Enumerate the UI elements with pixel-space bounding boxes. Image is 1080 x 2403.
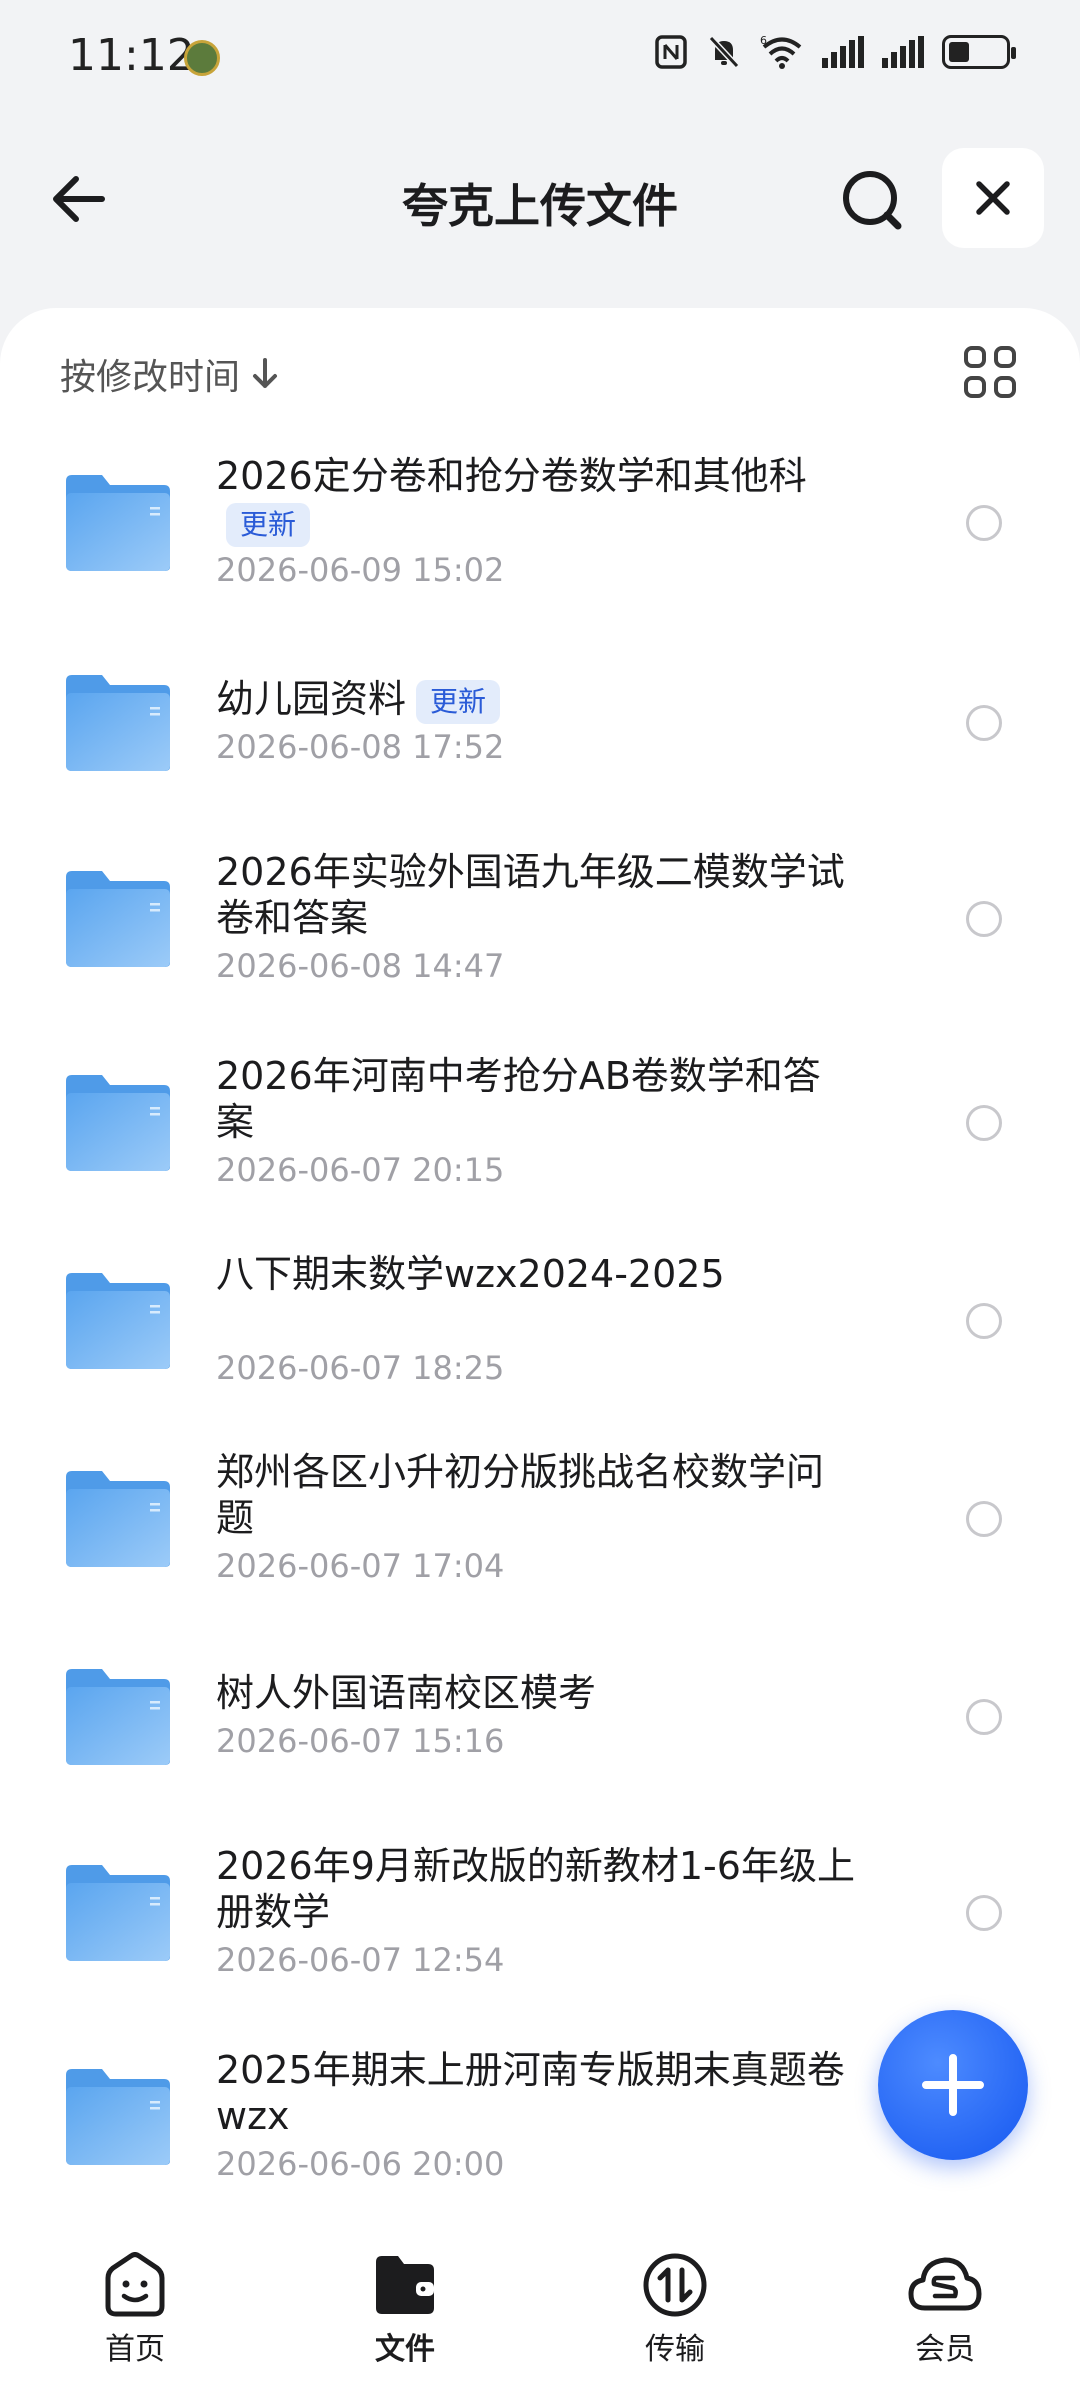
file-date: 2026-06-07 17:04 bbox=[216, 1547, 505, 1585]
file-date: 2026-06-07 12:54 bbox=[216, 1941, 505, 1979]
tab-member-label: 会员 bbox=[915, 2332, 975, 2367]
folder-icon bbox=[66, 871, 170, 967]
signal-1-icon bbox=[822, 34, 864, 70]
update-badge: 更新 bbox=[226, 502, 311, 547]
transfer-icon bbox=[643, 2253, 707, 2317]
file-row[interactable]: 树人外国语南校区模考 2026-06-07 15:16 bbox=[0, 1642, 1080, 1832]
select-radio[interactable] bbox=[966, 901, 1002, 937]
file-row[interactable]: 八下期末数学wzx2024-2025 2026-06-07 18:25 bbox=[0, 1246, 1080, 1436]
file-row[interactable]: 2026年9月新改版的新教材1-6年级上册数学 2026-06-07 12:54 bbox=[0, 1838, 1080, 2028]
tab-member[interactable]: 会员 bbox=[810, 2238, 1080, 2403]
close-button[interactable] bbox=[942, 148, 1044, 248]
folder-icon bbox=[66, 475, 170, 571]
tab-home-label: 首页 bbox=[105, 2332, 165, 2367]
folder-icon bbox=[66, 2069, 170, 2165]
file-date: 2026-06-07 15:16 bbox=[216, 1722, 505, 1760]
file-list-card: 按修改时间 2026定分卷和抢分卷数学和其他科更新 2026-06-09 15:0… bbox=[0, 308, 1080, 2238]
folder-tab-icon bbox=[376, 2256, 434, 2314]
app-notification-avatar-icon bbox=[184, 40, 220, 76]
battery-icon bbox=[942, 34, 1016, 70]
file-date: 2026-06-08 17:52 bbox=[216, 728, 505, 766]
file-date: 2026-06-09 15:02 bbox=[216, 551, 505, 589]
sort-label: 按修改时间 bbox=[60, 357, 241, 398]
file-row[interactable]: 2026年河南中考抢分AB卷数学和答案 2026-06-07 20:15 bbox=[0, 1048, 1080, 1238]
add-button[interactable] bbox=[878, 2010, 1028, 2160]
tab-files-label: 文件 bbox=[375, 2332, 435, 2367]
page-title: 夸克上传文件 bbox=[402, 179, 678, 233]
file-row[interactable]: 郑州各区小升初分版挑战名校数学问题 2026-06-07 17:04 bbox=[0, 1444, 1080, 1634]
select-radio[interactable] bbox=[966, 705, 1002, 741]
folder-icon bbox=[66, 1075, 170, 1171]
select-radio[interactable] bbox=[966, 1105, 1002, 1141]
file-name: 2026年实验外国语九年级二模数学试卷和答案 bbox=[216, 850, 845, 940]
plus-icon bbox=[922, 2054, 984, 2116]
sort-button[interactable]: 按修改时间 bbox=[60, 348, 280, 400]
tab-transfer[interactable]: 传输 bbox=[540, 2238, 810, 2403]
folder-icon bbox=[66, 1273, 170, 1369]
select-radio[interactable] bbox=[966, 1699, 1002, 1735]
close-icon bbox=[976, 181, 1010, 215]
status-time: 11:12 bbox=[68, 30, 195, 81]
select-radio[interactable] bbox=[966, 1895, 1002, 1931]
tab-files[interactable]: 文件 bbox=[270, 2238, 540, 2403]
file-name: 八下期末数学wzx2024-2025 bbox=[216, 1252, 725, 1296]
bottom-nav: 首页 文件 传输 会员 bbox=[0, 2238, 1080, 2403]
folder-icon bbox=[66, 1471, 170, 1567]
select-radio[interactable] bbox=[966, 1303, 1002, 1339]
nfc-icon bbox=[654, 34, 688, 70]
folder-icon bbox=[66, 1865, 170, 1961]
home-smile-icon bbox=[105, 2252, 165, 2317]
file-name: 2026年河南中考抢分AB卷数学和答案 bbox=[216, 1054, 821, 1144]
file-name: 郑州各区小升初分版挑战名校数学问题 bbox=[216, 1450, 825, 1540]
update-badge: 更新 bbox=[416, 679, 501, 724]
file-date: 2026-06-06 20:00 bbox=[216, 2145, 505, 2183]
file-row[interactable]: 2026定分卷和抢分卷数学和其他科更新 2026-06-09 15:02 bbox=[0, 448, 1080, 638]
signal-2-icon bbox=[882, 34, 924, 70]
arrow-down-icon bbox=[253, 358, 278, 388]
tab-home[interactable]: 首页 bbox=[0, 2238, 270, 2403]
file-row[interactable]: 2026年实验外国语九年级二模数学试卷和答案 2026-06-08 14:47 bbox=[0, 844, 1080, 1034]
select-radio[interactable] bbox=[966, 505, 1002, 541]
file-row[interactable]: 幼儿园资料 更新 2026-06-08 17:52 bbox=[0, 648, 1080, 838]
file-date: 2026-06-08 14:47 bbox=[216, 947, 505, 985]
file-name: 2026年9月新改版的新教材1-6年级上册数学 bbox=[216, 1844, 855, 1934]
mute-bell-icon bbox=[706, 34, 742, 70]
wifi-icon: 6 bbox=[760, 34, 804, 70]
file-name: 幼儿园资料 更新 bbox=[216, 676, 856, 724]
member-cloud-icon bbox=[908, 2257, 982, 2311]
grid-view-icon[interactable] bbox=[964, 346, 1016, 398]
folder-icon bbox=[66, 1669, 170, 1765]
status-bar: 11:12 6 bbox=[0, 0, 1080, 110]
top-header: 夸克上传文件 bbox=[0, 130, 1080, 270]
search-icon[interactable] bbox=[832, 160, 912, 240]
file-name: 2026定分卷和抢分卷数学和其他科更新 bbox=[216, 453, 856, 547]
select-radio[interactable] bbox=[966, 1501, 1002, 1537]
file-date: 2026-06-07 18:25 bbox=[216, 1349, 505, 1387]
file-name: 2025年期末上册河南专版期末真题卷wzx bbox=[216, 2048, 845, 2138]
tab-transfer-label: 传输 bbox=[645, 2332, 705, 2367]
wifi-tag: 6 bbox=[760, 34, 767, 47]
file-date: 2026-06-07 20:15 bbox=[216, 1151, 505, 1189]
file-name: 树人外国语南校区模考 bbox=[216, 1671, 597, 1715]
folder-icon bbox=[66, 675, 170, 771]
